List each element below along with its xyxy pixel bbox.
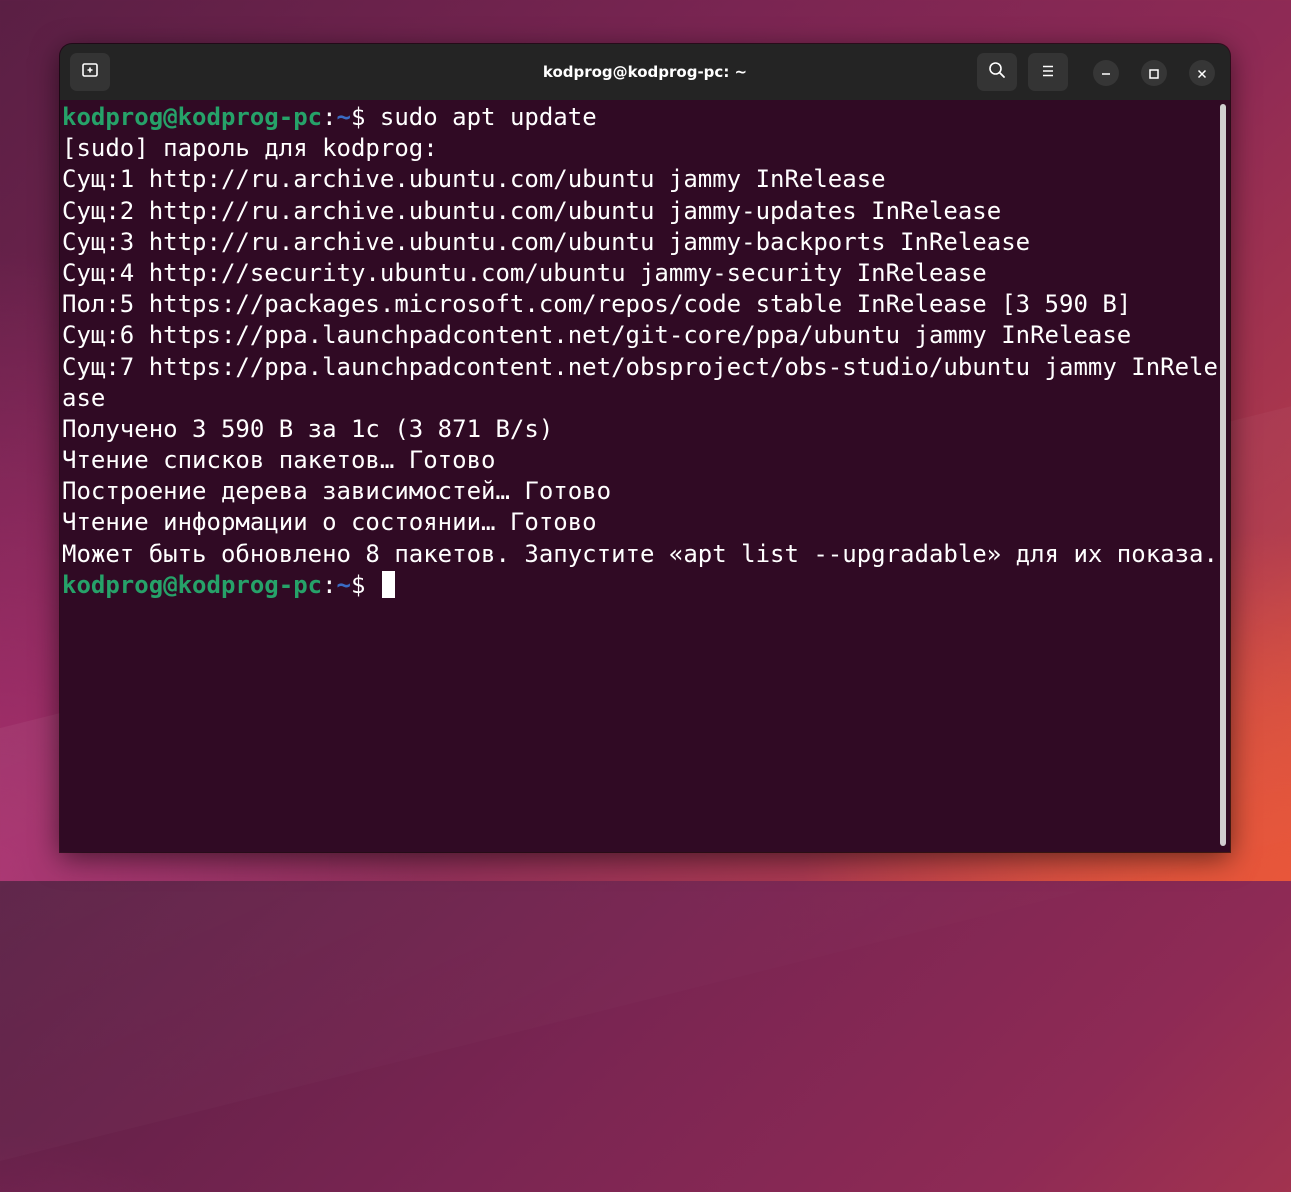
prompt-user: kodprog@kodprog-pc: [62, 103, 323, 131]
prompt-path: ~: [336, 103, 351, 131]
search-icon: [988, 61, 1006, 83]
maximize-icon: [1149, 64, 1159, 83]
output-line: Сущ:4 http://security.ubuntu.com/ubuntu …: [62, 258, 987, 287]
prompt-colon: :: [322, 570, 337, 599]
terminal-output[interactable]: kodprog@kodprog-pc:~$ sudo apt update [s…: [60, 100, 1230, 852]
hamburger-menu-icon: [1040, 63, 1056, 82]
output-line: [sudo] пароль для kodprog:: [62, 134, 438, 163]
minimize-button[interactable]: [1093, 60, 1119, 86]
prompt-colon: :: [322, 103, 337, 131]
prompt-symbol: $: [351, 570, 380, 599]
output-line: Сущ:2 http://ru.archive.ubuntu.com/ubunt…: [62, 196, 1002, 225]
close-icon: [1197, 64, 1207, 83]
close-button[interactable]: [1189, 60, 1215, 86]
output-line: Построение дерева зависимостей… Готово: [62, 477, 612, 506]
maximize-button[interactable]: [1141, 60, 1167, 86]
new-tab-icon: [81, 61, 99, 83]
text-cursor: [381, 570, 395, 598]
prompt-symbol: $: [351, 103, 380, 131]
output-line: Сущ:6 https://ppa.launchpadcontent.net/g…: [62, 321, 1132, 350]
output-line: ase: [62, 383, 106, 412]
search-button[interactable]: [977, 53, 1017, 91]
vertical-scrollbar[interactable]: [1220, 104, 1226, 846]
output-line: Может быть обновлено 8 пакетов. Запустит…: [62, 539, 1218, 568]
prompt-user: kodprog@kodprog-pc: [62, 570, 323, 599]
output-line: Чтение информации о состоянии… Готово: [62, 508, 597, 537]
terminal-window: kodprog@kodprog-pc: ~ kodprog@kodprog-pc…: [60, 44, 1230, 852]
output-line: Сущ:3 http://ru.archive.ubuntu.com/ubunt…: [62, 227, 1031, 256]
command-line: kodprog@kodprog-pc:~$ sudo apt update: [62, 102, 1230, 133]
minimize-icon: [1101, 64, 1111, 83]
command-text: sudo apt update: [379, 103, 597, 131]
output-line: Получено 3 590 B за 1с (3 871 B/s): [62, 414, 554, 443]
output-line: Пол:5 https://packages.microsoft.com/rep…: [62, 290, 1132, 319]
prompt-line: kodprog@kodprog-pc:~$: [62, 570, 1230, 601]
output-line: Чтение списков пакетов… Готово: [62, 446, 496, 475]
title-bar: kodprog@kodprog-pc: ~: [60, 44, 1230, 100]
output-line: Сущ:1 http://ru.archive.ubuntu.com/ubunt…: [62, 165, 886, 194]
prompt-path: ~: [336, 570, 351, 599]
new-tab-button[interactable]: [70, 53, 110, 91]
output-line: Сущ:7 https://ppa.launchpadcontent.net/o…: [62, 352, 1218, 381]
menu-button[interactable]: [1028, 53, 1068, 91]
